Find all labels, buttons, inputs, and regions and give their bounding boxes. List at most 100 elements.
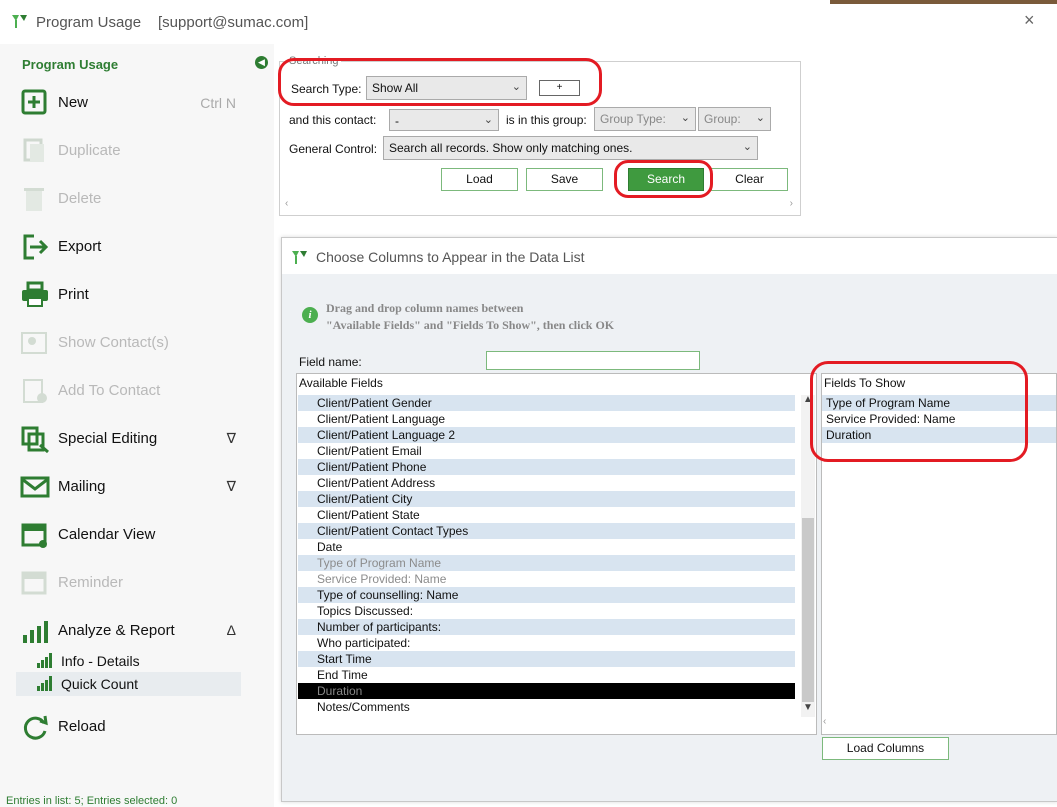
- status-line: Entries in list: 5; Entries selected: 0: [6, 795, 178, 807]
- contact-value: -: [395, 114, 399, 128]
- contact-select[interactable]: - ⌄: [389, 109, 499, 131]
- chart-icon: [23, 621, 48, 643]
- sidebar-item-add-to-contact[interactable]: Add To Contact: [20, 374, 250, 408]
- available-field-item[interactable]: Client/Patient City: [298, 491, 795, 507]
- available-field-item[interactable]: Topics Discussed:: [298, 603, 795, 619]
- sidebar-item-reload[interactable]: Reload: [20, 710, 250, 744]
- clear-button[interactable]: Clear: [711, 168, 788, 191]
- group-label: is in this group:: [506, 113, 587, 127]
- group-type-placeholder: Group Type:: [600, 112, 666, 126]
- user-email: [support@sumac.com]: [158, 14, 309, 31]
- available-field-item[interactable]: Number of participants:: [298, 619, 795, 635]
- expand-caret-icon: ∇: [226, 430, 236, 446]
- sidebar-item-special-editing[interactable]: Special Editing ∇: [20, 422, 250, 456]
- available-field-item[interactable]: Notes/Comments: [298, 699, 795, 715]
- chevron-down-icon: ⌄: [483, 114, 493, 126]
- chevron-down-icon: ⌄: [755, 112, 765, 124]
- available-field-item[interactable]: Client/Patient Email: [298, 443, 795, 459]
- scrollbar-thumb[interactable]: [802, 518, 814, 702]
- chevron-down-icon: ⌄: [742, 141, 752, 153]
- shortcut-label: Ctrl N: [200, 95, 236, 111]
- sidebar-item-reminder[interactable]: Reminder: [20, 566, 250, 600]
- load-columns-button[interactable]: Load Columns: [822, 737, 949, 760]
- available-field-item[interactable]: End Time: [298, 667, 795, 683]
- available-field-item[interactable]: Type of counselling: Name: [298, 587, 795, 603]
- sidebar-item-label: Reminder: [58, 574, 124, 591]
- available-field-item[interactable]: Start Time: [298, 651, 795, 667]
- group-placeholder: Group:: [704, 112, 741, 126]
- contacts-icon: [21, 332, 47, 354]
- sidebar-item-label: Special Editing: [58, 430, 158, 447]
- group-select[interactable]: Group: ⌄: [698, 107, 771, 131]
- sumac-logo-icon: [292, 251, 307, 264]
- general-control-label: General Control:: [289, 142, 378, 156]
- instruction-line-2: "Available Fields" and "Fields To Show",…: [326, 318, 615, 332]
- available-fields-header: Available Fields: [299, 376, 383, 390]
- field-name-input[interactable]: [486, 351, 700, 370]
- available-field-item[interactable]: Client/Patient Gender: [298, 395, 795, 411]
- group-type-select[interactable]: Group Type: ⌄: [594, 107, 696, 131]
- dialog-title: Choose Columns to Appear in the Data Lis…: [316, 249, 585, 265]
- available-field-item[interactable]: Client/Patient State: [298, 507, 795, 523]
- available-field-item[interactable]: Client/Patient Language: [298, 411, 795, 427]
- save-button[interactable]: Save: [526, 168, 603, 191]
- collapse-caret-icon: Δ: [226, 622, 236, 638]
- sidebar-item-label: Analyze & Report: [58, 622, 175, 639]
- export-icon: [23, 234, 49, 260]
- sumac-logo-icon: [12, 15, 27, 28]
- reminder-icon: [21, 571, 47, 595]
- sidebar-item-duplicate[interactable]: Duplicate: [20, 134, 250, 168]
- sidebar-item-label: Reload: [58, 718, 106, 735]
- duplicate-icon: [23, 138, 44, 162]
- sidebar-item-export[interactable]: Export: [20, 230, 250, 264]
- close-window-button[interactable]: ×: [1024, 10, 1035, 31]
- scroll-left-icon[interactable]: ‹: [823, 716, 826, 727]
- special-edit-icon: [21, 426, 49, 453]
- sidebar-item-show-contacts[interactable]: Show Contact(s): [20, 326, 250, 360]
- general-control-select[interactable]: Search all records. Show only matching o…: [383, 136, 758, 160]
- highlight-search-button: [614, 160, 713, 198]
- available-field-item[interactable]: Duration: [298, 683, 795, 699]
- available-field-item[interactable]: Date: [298, 539, 795, 555]
- sidebar-subitem-label: Quick Count: [61, 676, 139, 692]
- load-button[interactable]: Load: [441, 168, 518, 191]
- background-image-strip: [830, 0, 1057, 4]
- sidebar-item-print[interactable]: Print: [20, 278, 250, 312]
- general-control-value: Search all records. Show only matching o…: [389, 141, 633, 155]
- scroll-left-icon: ‹: [285, 198, 289, 209]
- sidebar-item-label: Delete: [58, 190, 102, 207]
- sidebar-item-label: Mailing: [58, 478, 106, 495]
- sidebar-item-label: Export: [58, 238, 102, 255]
- available-field-item[interactable]: Client/Patient Language 2: [298, 427, 795, 443]
- search-panel-scrollbar[interactable]: ‹ ›: [283, 198, 795, 211]
- sidebar-item-analyze-report[interactable]: Analyze & Report Δ: [20, 614, 250, 648]
- available-field-item[interactable]: Type of Program Name: [298, 555, 795, 571]
- info-icon: i: [302, 307, 318, 323]
- instruction-line-1: Drag and drop column names between: [326, 301, 524, 315]
- sidebar-subitem-info-details[interactable]: Info - Details: [16, 649, 241, 673]
- sidebar-item-mailing[interactable]: Mailing ∇: [20, 470, 250, 504]
- available-field-item[interactable]: Who participated:: [298, 635, 795, 651]
- collapse-panel-button[interactable]: ◀: [255, 56, 268, 69]
- plus-box-icon: [21, 89, 47, 115]
- sidebar-item-new[interactable]: New Ctrl N: [20, 86, 250, 120]
- available-field-item[interactable]: Client/Patient Address: [298, 475, 795, 491]
- expand-caret-icon: ∇: [226, 478, 236, 494]
- available-field-item[interactable]: Client/Patient Phone: [298, 459, 795, 475]
- printer-icon: [22, 281, 48, 307]
- mail-icon: [20, 476, 50, 498]
- sidebar-item-label: Print: [58, 286, 89, 303]
- chevron-down-icon: ⌄: [680, 112, 690, 124]
- sidebar-item-delete[interactable]: Delete: [20, 182, 250, 216]
- chart-icon: [37, 653, 52, 668]
- dialog-instructions: Drag and drop column names between "Avai…: [326, 300, 614, 334]
- window-title: Program Usage: [36, 14, 142, 31]
- scroll-down-icon[interactable]: ▼: [803, 702, 813, 713]
- sidebar-item-label: New: [58, 94, 89, 111]
- sidebar-item-label: Calendar View: [58, 526, 156, 543]
- contact-label: and this contact:: [289, 113, 377, 127]
- available-field-item[interactable]: Client/Patient Contact Types: [298, 523, 795, 539]
- available-field-item[interactable]: Service Provided: Name: [298, 571, 795, 587]
- sidebar-item-calendar-view[interactable]: Calendar View: [20, 518, 250, 552]
- sidebar-subitem-quick-count[interactable]: Quick Count: [16, 672, 241, 696]
